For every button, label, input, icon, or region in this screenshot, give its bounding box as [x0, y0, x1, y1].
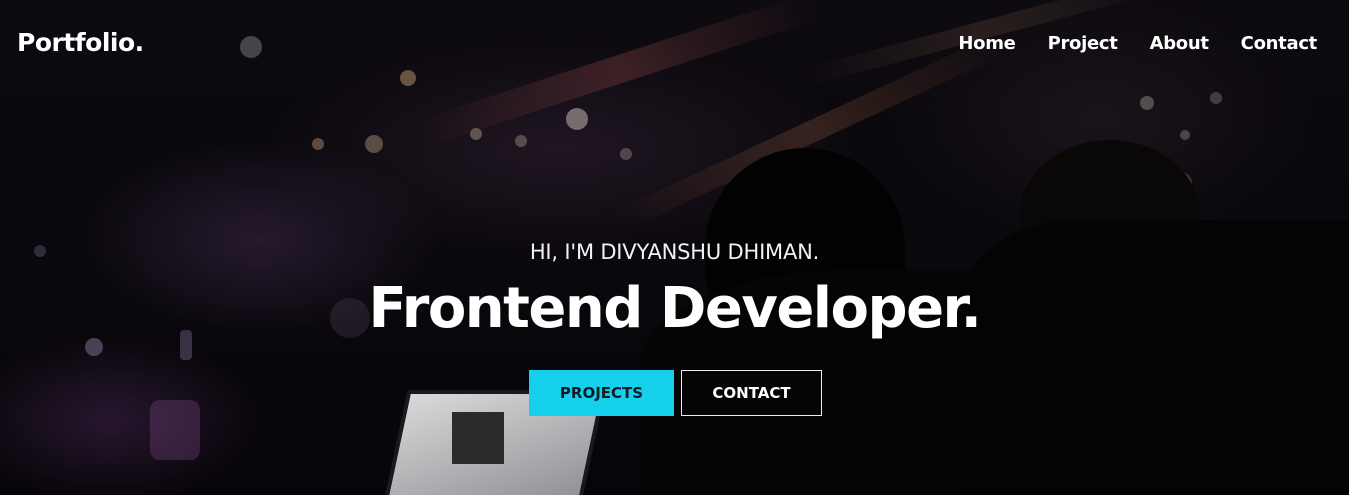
- top-navbar: Portfolio. Home Project About Contact: [0, 0, 1349, 90]
- site-logo[interactable]: Portfolio.: [17, 28, 144, 57]
- contact-button[interactable]: CONTACT: [681, 370, 822, 416]
- nav-link-project[interactable]: Project: [1048, 33, 1118, 54]
- nav-link-contact[interactable]: Contact: [1241, 33, 1318, 54]
- hero-buttons: PROJECTS CONTACT: [529, 370, 822, 416]
- hero-content: HI, I'M DIVYANSHU DHIMAN. Frontend Devel…: [0, 240, 1349, 344]
- nav-link-about[interactable]: About: [1150, 33, 1209, 54]
- hero-greeting: HI, I'M DIVYANSHU DHIMAN.: [529, 240, 820, 264]
- nav-links: Home Project About Contact: [958, 33, 1317, 54]
- hero-headline: Frontend Developer.: [368, 276, 982, 341]
- projects-button[interactable]: PROJECTS: [529, 370, 674, 416]
- nav-link-home[interactable]: Home: [958, 33, 1016, 54]
- hero-section: Portfolio. Home Project About Contact HI…: [0, 0, 1349, 495]
